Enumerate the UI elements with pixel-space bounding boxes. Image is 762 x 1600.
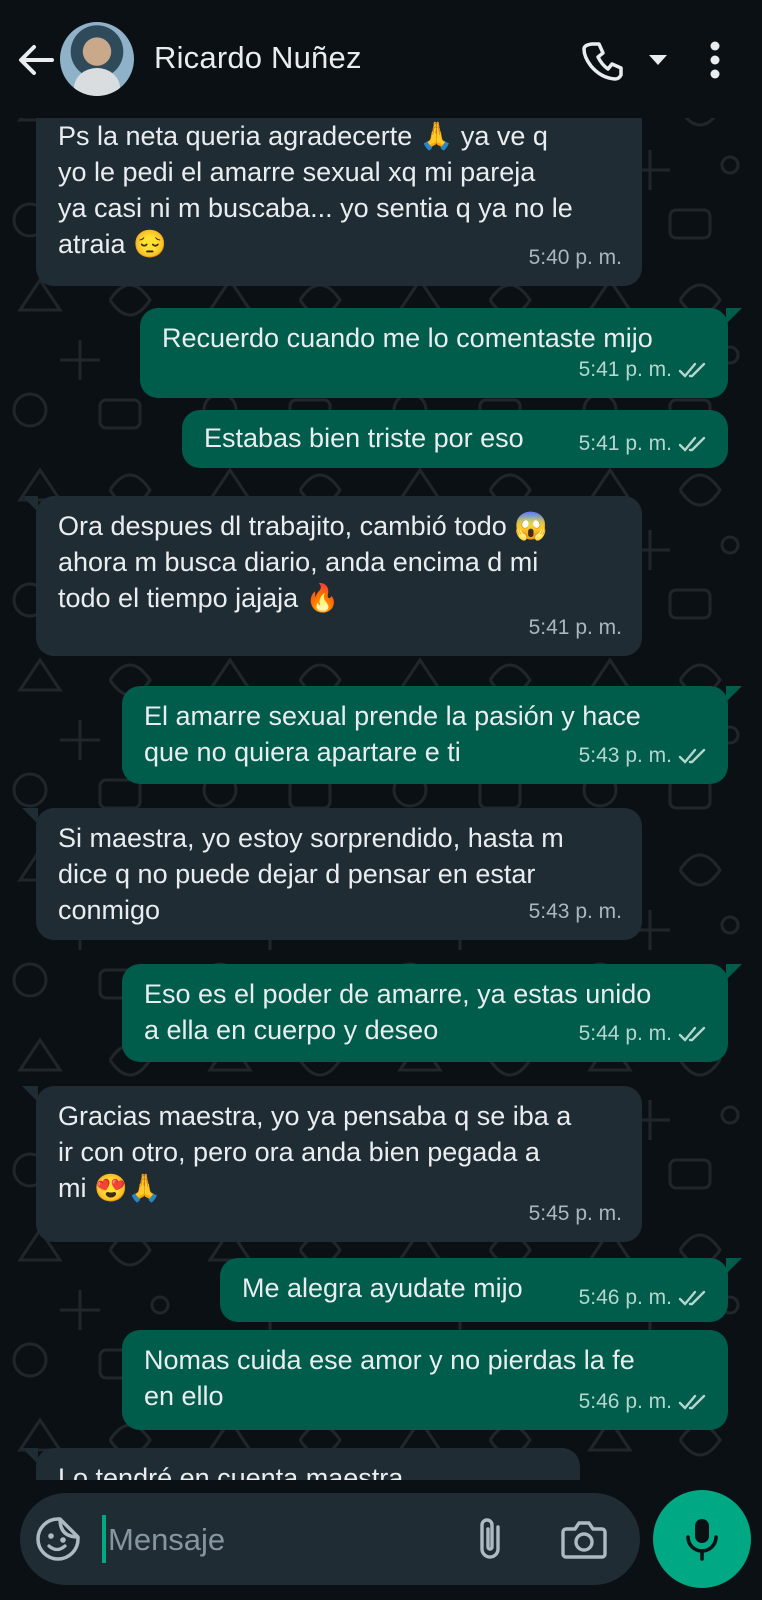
paperclip-icon — [480, 1518, 500, 1559]
message-text: Gracias maestra, yo ya pensaba q se iba … — [58, 1101, 572, 1203]
incoming-message[interactable]: Lo tendré en cuenta maestra — [22, 1448, 580, 1480]
double-check-icon — [678, 1026, 706, 1042]
more-vertical-icon — [710, 41, 720, 79]
outgoing-message[interactable]: Recuerdo cuando me lo comentaste mijo 5:… — [140, 308, 742, 398]
message-meta: 5:40 p. m. — [529, 240, 622, 276]
contact-avatar[interactable] — [60, 22, 134, 96]
message-list[interactable]: Ps la neta queria agradecerte 🙏 ya ve q … — [0, 118, 762, 1480]
outgoing-message[interactable]: Eso es el poder de amarre, ya estas unid… — [122, 964, 742, 1062]
message-meta: 5:46 p. m. — [579, 1384, 708, 1420]
double-check-icon — [678, 748, 706, 764]
microphone-icon — [686, 1519, 718, 1561]
message-text: Me alegra ayudate mijo — [242, 1273, 523, 1303]
message-meta: 5:41 p. m. — [529, 610, 622, 646]
message-time: 5:41 p. m. — [578, 358, 672, 381]
message-text: Nomas cuida ese amor y no pierdas la fe … — [144, 1345, 635, 1411]
double-check-icon — [678, 1394, 706, 1410]
outgoing-message[interactable]: Nomas cuida ese amor y no pierdas la fe … — [122, 1330, 728, 1430]
contact-name[interactable]: Ricardo Nuñez — [154, 40, 362, 76]
incoming-message[interactable]: Si maestra, yo estoy sorprendido, hasta … — [22, 808, 642, 940]
back-button[interactable] — [14, 38, 58, 82]
message-text: Eso es el poder de amarre, ya estas unid… — [144, 979, 652, 1045]
message-text: Ps la neta queria agradecerte 🙏 ya ve q … — [58, 121, 573, 259]
message-meta: 5:46 p. m. — [579, 1280, 708, 1316]
message-text: Recuerdo cuando me lo comentaste mijo — [162, 323, 653, 353]
sticker-icon — [36, 1517, 80, 1561]
message-text: Lo tendré en cuenta maestra — [58, 1463, 404, 1480]
voice-message-button[interactable] — [653, 1490, 751, 1588]
message-time: 5:46 p. m. — [578, 1286, 672, 1309]
outgoing-message[interactable]: El amarre sexual prende la pasión y hace… — [122, 686, 742, 784]
incoming-message[interactable]: Ps la neta queria agradecerte 🙏 ya ve q … — [36, 118, 642, 286]
outgoing-message[interactable]: Me alegra ayudate mijo 5:46 p. m. — [220, 1258, 742, 1322]
message-time: 5:41 p. m. — [578, 432, 672, 455]
caret-down-icon — [649, 55, 667, 65]
message-meta: 5:45 p. m. — [529, 1196, 622, 1232]
message-meta: 5:43 p. m. — [579, 738, 708, 774]
message-time: 5:43 p. m. — [578, 744, 672, 767]
message-composer — [20, 1493, 640, 1585]
incoming-message[interactable]: Ora despues dl trabajito, cambió todo 😱 … — [22, 496, 642, 656]
message-time: 5:40 p. m. — [528, 246, 622, 269]
message-input[interactable] — [106, 1507, 450, 1573]
message-time: 5:45 p. m. — [528, 1202, 622, 1225]
message-time: 5:43 p. m. — [528, 900, 622, 923]
message-meta: 5:41 p. m. — [579, 426, 708, 462]
sticker-button[interactable] — [34, 1515, 82, 1563]
double-check-icon — [678, 1290, 706, 1306]
incoming-message[interactable]: Gracias maestra, yo ya pensaba q se iba … — [22, 1086, 642, 1242]
double-check-icon — [678, 436, 706, 452]
attach-button[interactable] — [468, 1515, 512, 1563]
camera-button[interactable] — [560, 1517, 608, 1561]
voice-call-button[interactable] — [582, 38, 626, 82]
message-text: Estabas bien triste por eso — [204, 423, 524, 453]
message-meta: 5:43 p. m. — [529, 894, 622, 930]
message-meta: 5:41 p. m. — [579, 352, 708, 388]
outgoing-message[interactable]: Estabas bien triste por eso 5:41 p. m. — [182, 410, 728, 468]
message-time: 5:41 p. m. — [528, 616, 622, 639]
call-options-button[interactable] — [646, 50, 670, 70]
message-time: 5:44 p. m. — [578, 1022, 672, 1045]
chat-header: Ricardo Nuñez — [0, 0, 762, 118]
double-check-icon — [678, 362, 706, 378]
camera-icon — [561, 1521, 607, 1559]
message-meta: 5:44 p. m. — [579, 1016, 708, 1052]
message-text: El amarre sexual prende la pasión y hace… — [144, 701, 641, 767]
phone-icon — [582, 42, 623, 81]
arrow-left-icon — [19, 45, 54, 75]
message-text: Si maestra, yo estoy sorprendido, hasta … — [58, 823, 564, 925]
more-options-button[interactable] — [700, 38, 730, 82]
message-time: 5:46 p. m. — [578, 1390, 672, 1413]
message-text: Ora despues dl trabajito, cambió todo 😱 … — [58, 511, 548, 613]
